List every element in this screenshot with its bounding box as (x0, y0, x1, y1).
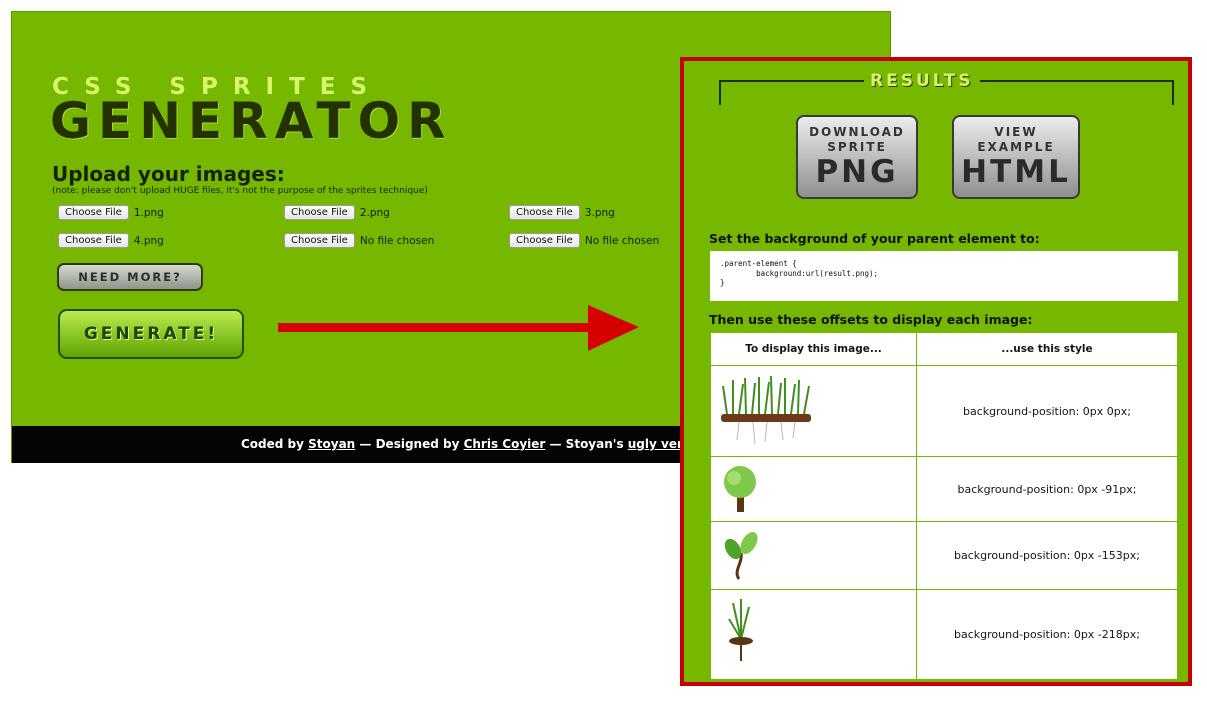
style-cell: background-position: 0px -91px; (916, 456, 1178, 522)
file-input-2[interactable]: Choose File 2.png (284, 205, 390, 220)
image-cell (710, 589, 917, 680)
generate-button[interactable]: GENERATE! (58, 309, 244, 359)
choose-file-button[interactable]: Choose File (284, 233, 355, 248)
file-input-3[interactable]: Choose File 3.png (509, 205, 615, 220)
offsets-table: To display this image... ...use this sty… (710, 332, 1178, 680)
results-title: RESULTS (864, 71, 980, 91)
file-input-6[interactable]: Choose File No file chosen (509, 233, 659, 248)
css-instructions-heading: Set the background of your parent elemen… (709, 231, 1040, 246)
table-row: background-position: 0px -91px; (710, 456, 1178, 522)
download-line1: DOWNLOAD (809, 125, 905, 139)
table-row: background-position: 0px -218px; (710, 589, 1178, 680)
choose-file-button[interactable]: Choose File (509, 233, 580, 248)
need-more-button[interactable]: NEED MORE? (57, 263, 203, 291)
footer-credits: Coded by Stoyan — Designed by Chris Coyi… (241, 437, 711, 451)
download-format: PNG (815, 154, 899, 190)
results-panel: RESULTS DOWNLOAD SPRITE PNG VIEW EXAMPLE… (680, 57, 1192, 686)
footer-text: — Designed by (355, 437, 464, 451)
table-row: background-position: 0px 0px; (710, 365, 1178, 457)
chris-coyier-link[interactable]: Chris Coyier (464, 437, 546, 451)
image-cell (710, 521, 917, 590)
table-header-row: To display this image... ...use this sty… (710, 332, 1178, 366)
download-sprite-button[interactable]: DOWNLOAD SPRITE PNG (796, 115, 918, 199)
upload-note: (note: please don't upload HUGE files, i… (52, 186, 428, 196)
choose-file-button[interactable]: Choose File (284, 205, 355, 220)
file-name: 3.png (584, 206, 615, 219)
file-name: 2.png (359, 206, 390, 219)
css-line: } (720, 278, 725, 287)
file-name: No file chosen (584, 234, 660, 247)
css-code-box: .parent-element { background:url(result.… (710, 251, 1178, 301)
file-name: No file chosen (359, 234, 435, 247)
view-example-button[interactable]: VIEW EXAMPLE HTML (952, 115, 1080, 199)
upload-heading: Upload your images: (52, 162, 285, 186)
footer-text: — Stoyan's (545, 437, 628, 451)
stoyan-link[interactable]: Stoyan (308, 437, 355, 451)
arrow-icon (278, 305, 639, 351)
footer-text: Coded by (241, 437, 309, 451)
sprout-image (724, 532, 758, 580)
image-cell (710, 365, 917, 457)
style-cell: background-position: 0px -218px; (916, 589, 1178, 680)
choose-file-button[interactable]: Choose File (509, 205, 580, 220)
plant-image (728, 599, 753, 661)
css-line: .parent-element { (720, 259, 797, 268)
file-name: 4.png (133, 234, 164, 247)
offsets-heading: Then use these offsets to display each i… (709, 312, 1033, 327)
file-input-5[interactable]: Choose File No file chosen (284, 233, 434, 248)
style-cell: background-position: 0px 0px; (916, 365, 1178, 457)
logo-title: GENERATOR (50, 92, 453, 150)
choose-file-button[interactable]: Choose File (58, 233, 129, 248)
css-line: background:url(result.png); (720, 268, 879, 278)
view-format: HTML (961, 154, 1071, 190)
file-name: 1.png (133, 206, 164, 219)
tree-image (724, 465, 756, 512)
view-line1: VIEW (994, 125, 1038, 139)
choose-file-button[interactable]: Choose File (58, 205, 129, 220)
column-header-style: ...use this style (916, 332, 1178, 366)
file-input-1[interactable]: Choose File 1.png (58, 205, 164, 220)
grass-image (721, 375, 811, 444)
style-cell: background-position: 0px -153px; (916, 521, 1178, 590)
view-line2: EXAMPLE (977, 140, 1055, 154)
column-header-image: To display this image... (710, 332, 917, 366)
image-cell (710, 456, 917, 522)
download-line2: SPRITE (827, 140, 887, 154)
table-row: background-position: 0px -153px; (710, 521, 1178, 590)
file-input-4[interactable]: Choose File 4.png (58, 233, 164, 248)
